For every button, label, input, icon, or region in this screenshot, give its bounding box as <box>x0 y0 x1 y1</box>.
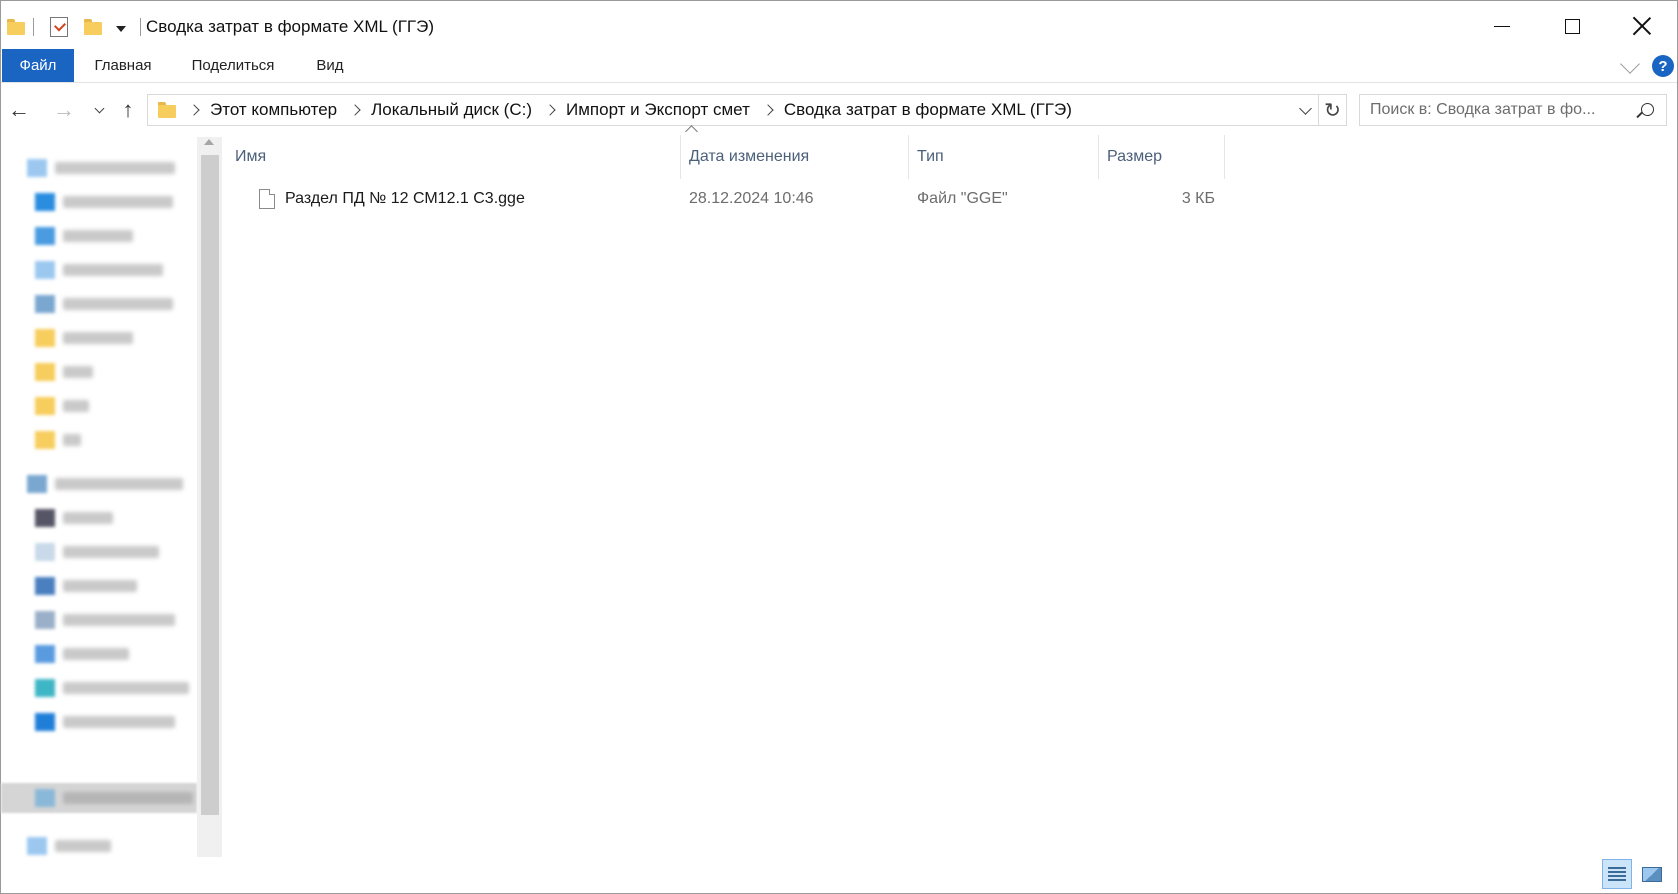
breadcrumb-separator-icon[interactable] <box>188 104 200 116</box>
nav-item[interactable] <box>35 191 173 213</box>
nav-item[interactable] <box>35 395 89 417</box>
breadcrumb-this-pc[interactable]: Этот компьютер <box>210 100 337 120</box>
file-icon <box>259 189 275 209</box>
new-folder-icon[interactable] <box>84 19 102 35</box>
nav-item[interactable] <box>35 711 175 733</box>
title-bar: Сводка затрат в формате XML (ГГЭ) <box>1 1 1677 51</box>
file-name-cell[interactable]: Раздел ПД № 12 СМ12.1 С3.gge <box>259 183 525 215</box>
navigation-pane[interactable] <box>1 135 223 875</box>
status-bar <box>1 855 1677 894</box>
explorer-window: Сводка затрат в формате XML (ГГЭ) Файл Г… <box>0 0 1678 894</box>
breadcrumb-separator-icon[interactable] <box>349 104 361 116</box>
tab-home[interactable]: Главная <box>87 49 159 82</box>
file-type: Файл "GGE" <box>917 190 1008 207</box>
up-button[interactable]: ↑ <box>113 91 143 129</box>
tab-view[interactable]: Вид <box>307 49 353 82</box>
nav-item[interactable] <box>35 429 81 451</box>
minimize-button[interactable] <box>1467 1 1537 51</box>
column-header-type[interactable]: Тип <box>909 135 1099 179</box>
back-button[interactable]: ← <box>4 91 34 129</box>
scroll-up-arrow-icon[interactable] <box>204 139 214 145</box>
search-box[interactable] <box>1359 94 1667 126</box>
breadcrumb-separator-icon[interactable] <box>544 104 556 116</box>
nav-item[interactable] <box>35 575 137 597</box>
navigation-bar: ← → ↑ Этот компьютер Локальный диск (C:)… <box>1 91 1677 129</box>
file-size: 3 КБ <box>1181 190 1215 207</box>
breadcrumb-import-export[interactable]: Импорт и Экспорт смет <box>566 100 750 120</box>
close-icon <box>1633 17 1651 35</box>
scrollbar-thumb[interactable] <box>201 155 219 815</box>
nav-pane-scrollbar[interactable] <box>197 137 222 857</box>
details-view-button[interactable] <box>1602 859 1632 889</box>
maximize-button[interactable] <box>1537 1 1607 51</box>
nav-item[interactable] <box>35 327 133 349</box>
toolbar-separator <box>140 18 141 36</box>
toolbar-separator <box>33 18 34 36</box>
nav-item[interactable] <box>35 677 189 699</box>
ribbon-tabs: Файл Главная Поделиться Вид ? <box>1 49 1677 83</box>
tab-file[interactable]: Файл <box>2 49 74 82</box>
search-input[interactable] <box>1370 101 1630 119</box>
breadcrumb-current-folder[interactable]: Сводка затрат в формате XML (ГГЭ) <box>784 100 1072 120</box>
file-name: Раздел ПД № 12 СМ12.1 С3.gge <box>285 190 525 207</box>
recent-locations-button[interactable] <box>84 91 114 129</box>
large-icons-view-button[interactable] <box>1637 859 1667 889</box>
address-bar[interactable]: Этот компьютер Локальный диск (C:) Импор… <box>147 94 1319 126</box>
minimize-icon <box>1494 25 1510 27</box>
folder-icon <box>158 102 176 118</box>
help-icon[interactable]: ? <box>1652 55 1674 77</box>
nav-item-selected[interactable] <box>35 787 193 809</box>
column-header-date-modified[interactable]: Дата изменения <box>681 135 909 179</box>
window-title: Сводка затрат в формате XML (ГГЭ) <box>146 17 435 36</box>
chevron-down-icon <box>94 103 104 113</box>
properties-checkmark-icon[interactable] <box>50 17 68 37</box>
refresh-button[interactable]: ↻ <box>1319 94 1347 126</box>
quick-access-toolbar <box>7 15 141 39</box>
nav-item[interactable] <box>35 507 113 529</box>
nav-item[interactable] <box>35 643 129 665</box>
nav-item[interactable] <box>35 225 133 247</box>
close-button[interactable] <box>1607 1 1677 51</box>
forward-button[interactable]: → <box>49 91 79 129</box>
file-row[interactable]: Раздел ПД № 12 СМ12.1 С3.gge 28.12.2024 … <box>227 183 1215 215</box>
file-date-modified: 28.12.2024 10:46 <box>689 190 814 207</box>
address-dropdown-chevron-icon[interactable] <box>1299 102 1312 115</box>
column-header-name[interactable]: Имя <box>227 135 681 179</box>
file-list: Имя Дата изменения Тип Размер Раздел ПД … <box>227 125 1678 855</box>
tab-share[interactable]: Поделиться <box>181 49 285 82</box>
breadcrumb-separator-icon[interactable] <box>762 104 774 116</box>
large-icons-view-icon <box>1642 866 1662 882</box>
search-icon[interactable] <box>1641 103 1654 116</box>
nav-item[interactable] <box>35 361 93 383</box>
folder-icon <box>7 19 25 35</box>
nav-group-header[interactable] <box>27 473 183 495</box>
nav-item[interactable] <box>35 541 159 563</box>
details-view-icon <box>1608 867 1626 881</box>
nav-item[interactable] <box>35 609 175 631</box>
nav-group-header[interactable] <box>27 157 175 179</box>
nav-group-header[interactable] <box>27 835 111 857</box>
expand-ribbon-chevron-icon[interactable] <box>1620 54 1640 74</box>
column-header-size[interactable]: Размер <box>1099 135 1225 179</box>
nav-item[interactable] <box>35 259 163 281</box>
nav-item[interactable] <box>35 293 173 315</box>
customize-toolbar-icon[interactable] <box>116 26 126 32</box>
breadcrumb-local-disk[interactable]: Локальный диск (C:) <box>371 100 532 120</box>
maximize-icon <box>1564 18 1580 34</box>
